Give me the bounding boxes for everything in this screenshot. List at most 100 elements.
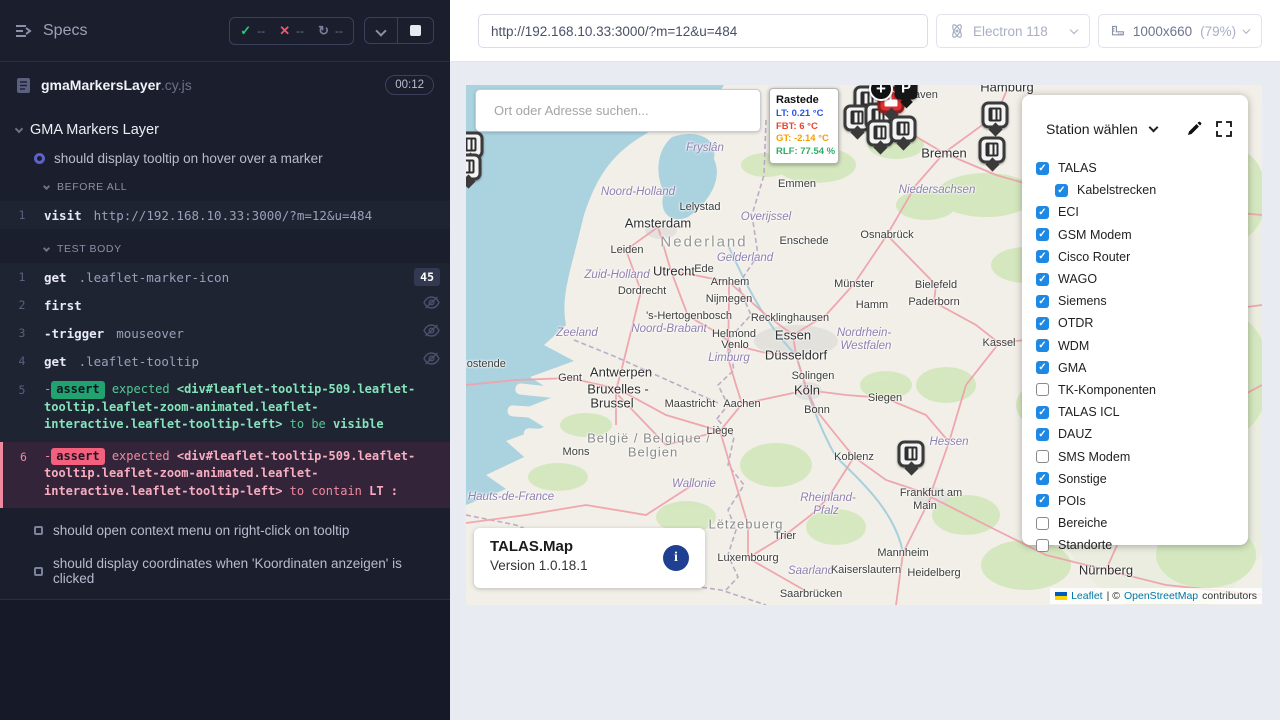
- edit-pencil-icon[interactable]: [1186, 121, 1202, 137]
- chevron-down-icon: [15, 124, 23, 132]
- station-checkbox-row[interactable]: ✓ DAUZ: [1036, 423, 1248, 445]
- station-checkbox-row[interactable]: Standorte: [1036, 534, 1248, 556]
- map-label: Main: [913, 500, 937, 512]
- checkbox-label: TK-Komponenten: [1058, 383, 1156, 397]
- checkbox-checked[interactable]: ✓: [1036, 295, 1049, 308]
- checkbox-checked[interactable]: ✓: [1036, 250, 1049, 263]
- marker-tooltip[interactable]: Rastede LT: 0.21 °CFBT: 6 °CGT: -2.14 °C…: [769, 88, 839, 164]
- station-marker[interactable]: [982, 102, 1009, 129]
- checkbox-checked[interactable]: ✓: [1036, 317, 1049, 330]
- station-marker[interactable]: [890, 116, 917, 143]
- specs-title[interactable]: Specs: [43, 22, 87, 40]
- checkbox-checked[interactable]: ✓: [1055, 184, 1068, 197]
- checkbox-checked[interactable]: ✓: [1036, 406, 1049, 419]
- panel-title[interactable]: Station wählen: [1046, 121, 1138, 137]
- pending-icon: [34, 526, 43, 535]
- checkbox-label: Siemens: [1058, 294, 1107, 308]
- parking-marker[interactable]: P: [895, 85, 918, 100]
- map-label: Siegen: [868, 392, 902, 404]
- spec-file-row[interactable]: gmaMarkersLayer.cy.js 00:12: [0, 62, 450, 108]
- ruler-icon: [1111, 23, 1125, 39]
- checkbox-checked[interactable]: ✓: [1036, 361, 1049, 374]
- checkbox-unchecked[interactable]: [1036, 383, 1049, 396]
- station-checkbox-row[interactable]: Bereiche: [1036, 512, 1248, 534]
- station-checkbox-row[interactable]: ✓TALAS: [1036, 157, 1248, 179]
- map-label: Leiden: [610, 244, 643, 256]
- station-checkbox-row[interactable]: ✓Cisco Router: [1036, 246, 1248, 268]
- viewport-select[interactable]: 1000x660 (79%): [1098, 14, 1262, 48]
- station-marker[interactable]: [466, 154, 482, 181]
- checkbox-checked[interactable]: ✓: [1036, 228, 1049, 241]
- url-bar[interactable]: http://192.168.10.33:3000/?m=12&u=484: [478, 14, 928, 48]
- station-checkbox-row[interactable]: ✓ECI: [1036, 201, 1248, 223]
- test-body-section[interactable]: TEST BODY: [0, 235, 450, 259]
- checkbox-checked[interactable]: ✓: [1036, 339, 1049, 352]
- checkbox-label: DAUZ: [1058, 427, 1092, 441]
- checkbox-checked[interactable]: ✓: [1036, 428, 1049, 441]
- map-label: Dordrecht: [618, 285, 666, 297]
- station-checkbox-row[interactable]: ✓Sonstige: [1036, 468, 1248, 490]
- checkbox-checked[interactable]: ✓: [1036, 162, 1049, 175]
- station-checkbox-row[interactable]: ✓GMA: [1036, 357, 1248, 379]
- command-row[interactable]: 1visithttp://192.168.10.33:3000/?m=12&u=…: [0, 201, 450, 229]
- map-label: Overijssel: [741, 211, 791, 223]
- active-test-row[interactable]: should display tooltip on hover over a m…: [0, 144, 450, 173]
- tooltip-title: Rastede: [776, 94, 832, 106]
- command-row[interactable]: 2first: [0, 291, 450, 319]
- station-checkbox-row[interactable]: ✓OTDR: [1036, 312, 1248, 334]
- station-checkbox-row[interactable]: SMS Modem: [1036, 445, 1248, 467]
- expand-icon[interactable]: [1216, 121, 1232, 137]
- pending-test-row[interactable]: should open context menu on right-click …: [0, 514, 450, 547]
- checkbox-checked[interactable]: ✓: [1036, 494, 1049, 507]
- map-label: Pfalz: [813, 505, 839, 517]
- map-label: Solingen: [792, 370, 835, 382]
- section-label: TEST BODY: [57, 243, 122, 255]
- command-row[interactable]: 3-triggermouseover: [0, 319, 450, 347]
- osm-link[interactable]: OpenStreetMap: [1124, 590, 1198, 602]
- station-checkbox-row[interactable]: ✓GSM Modem: [1036, 224, 1248, 246]
- map-label: Kaiserslautern: [831, 564, 901, 576]
- search-input[interactable]: [475, 89, 761, 132]
- map-label: Fryslân: [686, 142, 724, 154]
- station-checkbox-list: ✓TALAS✓Kabelstrecken✓ECI✓GSM Modem✓Cisco…: [1022, 153, 1248, 556]
- checkbox-unchecked[interactable]: [1036, 539, 1049, 552]
- station-marker[interactable]: [898, 441, 925, 468]
- suite-row[interactable]: GMA Markers Layer: [0, 114, 450, 144]
- checkbox-unchecked[interactable]: [1036, 517, 1049, 530]
- assert-failed-row[interactable]: 6-assert expected <div#leaflet-tooltip-5…: [0, 442, 450, 509]
- station-marker[interactable]: [979, 137, 1006, 164]
- checkbox-label: WAGO: [1058, 272, 1097, 286]
- pending-test-row[interactable]: should display coordinates when 'Koordin…: [0, 547, 450, 595]
- station-checkbox-row[interactable]: ✓ POIs: [1036, 490, 1248, 512]
- browser-select[interactable]: Electron 118: [936, 14, 1090, 48]
- command-row[interactable]: 1get.leaflet-marker-icon45: [0, 263, 450, 291]
- command-row[interactable]: 4get.leaflet-tooltip: [0, 347, 450, 375]
- map-label: Utrecht: [653, 264, 695, 279]
- map-label: Maastricht: [665, 398, 716, 410]
- station-checkbox-row[interactable]: ✓ Siemens: [1036, 290, 1248, 312]
- chevron-down-icon[interactable]: [1148, 122, 1158, 132]
- checkbox-checked[interactable]: ✓: [1036, 472, 1049, 485]
- specs-menu-icon[interactable]: [16, 24, 33, 38]
- element-count-badge: 45: [414, 268, 440, 286]
- checkbox-checked[interactable]: ✓: [1036, 206, 1049, 219]
- station-checkbox-row[interactable]: ✓Kabelstrecken: [1036, 179, 1248, 201]
- info-icon[interactable]: i: [663, 545, 689, 571]
- map-label: Kassel: [982, 337, 1015, 349]
- checkbox-label: POIs: [1058, 494, 1086, 508]
- collapse-all-button[interactable]: [365, 18, 397, 43]
- assert-passed-row[interactable]: 5-assert expected <div#leaflet-tooltip-5…: [0, 375, 450, 442]
- leaflet-link[interactable]: Leaflet: [1071, 590, 1103, 602]
- stop-run-button[interactable]: [397, 18, 433, 43]
- map-label: Zuid-Holland: [584, 269, 649, 281]
- map-label: Aachen: [723, 398, 760, 410]
- checkbox-unchecked[interactable]: [1036, 450, 1049, 463]
- checkbox-checked[interactable]: ✓: [1036, 273, 1049, 286]
- map-label: Koblenz: [834, 451, 874, 463]
- leaflet-map[interactable]: FryslânNoord-HollandLelystadAmsterdamNed…: [466, 85, 1262, 605]
- before-all-section[interactable]: BEFORE ALL: [0, 173, 450, 197]
- station-checkbox-row[interactable]: TK-Komponenten: [1036, 379, 1248, 401]
- station-checkbox-row[interactable]: ✓TALAS ICL: [1036, 401, 1248, 423]
- station-checkbox-row[interactable]: ✓WDM: [1036, 335, 1248, 357]
- station-checkbox-row[interactable]: ✓ WAGO: [1036, 268, 1248, 290]
